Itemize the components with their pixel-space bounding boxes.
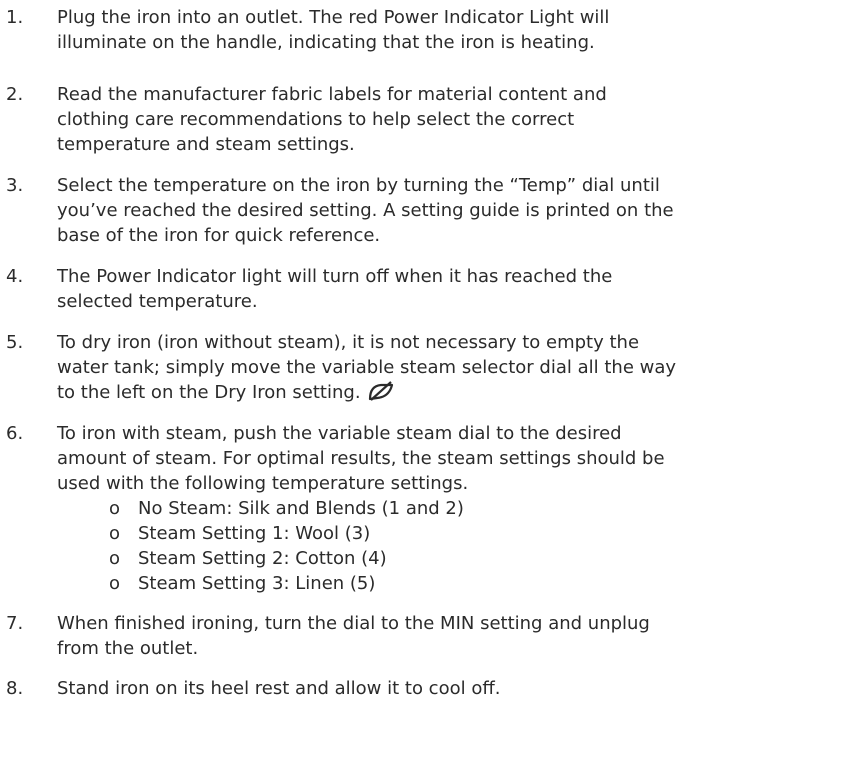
bullet-marker: o: [109, 498, 121, 519]
sub-list-text: Steam Setting 2: Cotton (4): [138, 548, 387, 569]
step-number: 8.: [6, 678, 24, 699]
step-text: to the left on the Dry Iron setting.: [57, 382, 361, 403]
step-text-line: To dry iron (iron without steam), it is …: [57, 332, 640, 353]
step-number: 7.: [6, 613, 24, 634]
step-number: 6.: [6, 423, 24, 444]
step-text-line: you’ve reached the desired setting. A se…: [57, 200, 674, 221]
step-text-line: base of the iron for quick reference.: [57, 225, 381, 246]
step-text-line: Select the temperature on the iron by tu…: [57, 175, 660, 196]
step-text-line: The Power Indicator light will turn off …: [57, 266, 613, 287]
step-text-line: clothing care recommendations to help se…: [57, 109, 575, 130]
step-number: 1.: [6, 7, 24, 28]
instruction-list: 1. Plug the iron into an outlet. The red…: [0, 0, 867, 762]
step-text-line: selected temperature.: [57, 291, 258, 312]
step-text-line: temperature and steam settings.: [57, 134, 355, 155]
step-text-line: used with the following temperature sett…: [57, 473, 469, 494]
dry-iron-no-steam-icon: [367, 380, 395, 409]
bullet-marker: o: [109, 523, 121, 544]
step-text-line: water tank; simply move the variable ste…: [57, 357, 677, 378]
step-text-line: Stand iron on its heel rest and allow it…: [57, 678, 501, 699]
step-text-line-with-icon: to the left on the Dry Iron setting.: [57, 380, 395, 409]
bullet-marker: o: [109, 573, 121, 594]
step-text-line: from the outlet.: [57, 638, 199, 659]
sub-list-text: Steam Setting 3: Linen (5): [138, 573, 376, 594]
step-text-line: Read the manufacturer fabric labels for …: [57, 84, 607, 105]
step-number: 4.: [6, 266, 24, 287]
sub-list-text: Steam Setting 1: Wool (3): [138, 523, 371, 544]
step-text-line: illuminate on the handle, indicating tha…: [57, 32, 595, 53]
step-text-line: Plug the iron into an outlet. The red Po…: [57, 7, 610, 28]
step-number: 3.: [6, 175, 24, 196]
step-text-line: To iron with steam, push the variable st…: [57, 423, 622, 444]
step-text-line: amount of steam. For optimal results, th…: [57, 448, 665, 469]
step-number: 2.: [6, 84, 24, 105]
step-text-line: When finished ironing, turn the dial to …: [57, 613, 650, 634]
step-number: 5.: [6, 332, 24, 353]
sub-list-text: No Steam: Silk and Blends (1 and 2): [138, 498, 464, 519]
bullet-marker: o: [109, 548, 121, 569]
